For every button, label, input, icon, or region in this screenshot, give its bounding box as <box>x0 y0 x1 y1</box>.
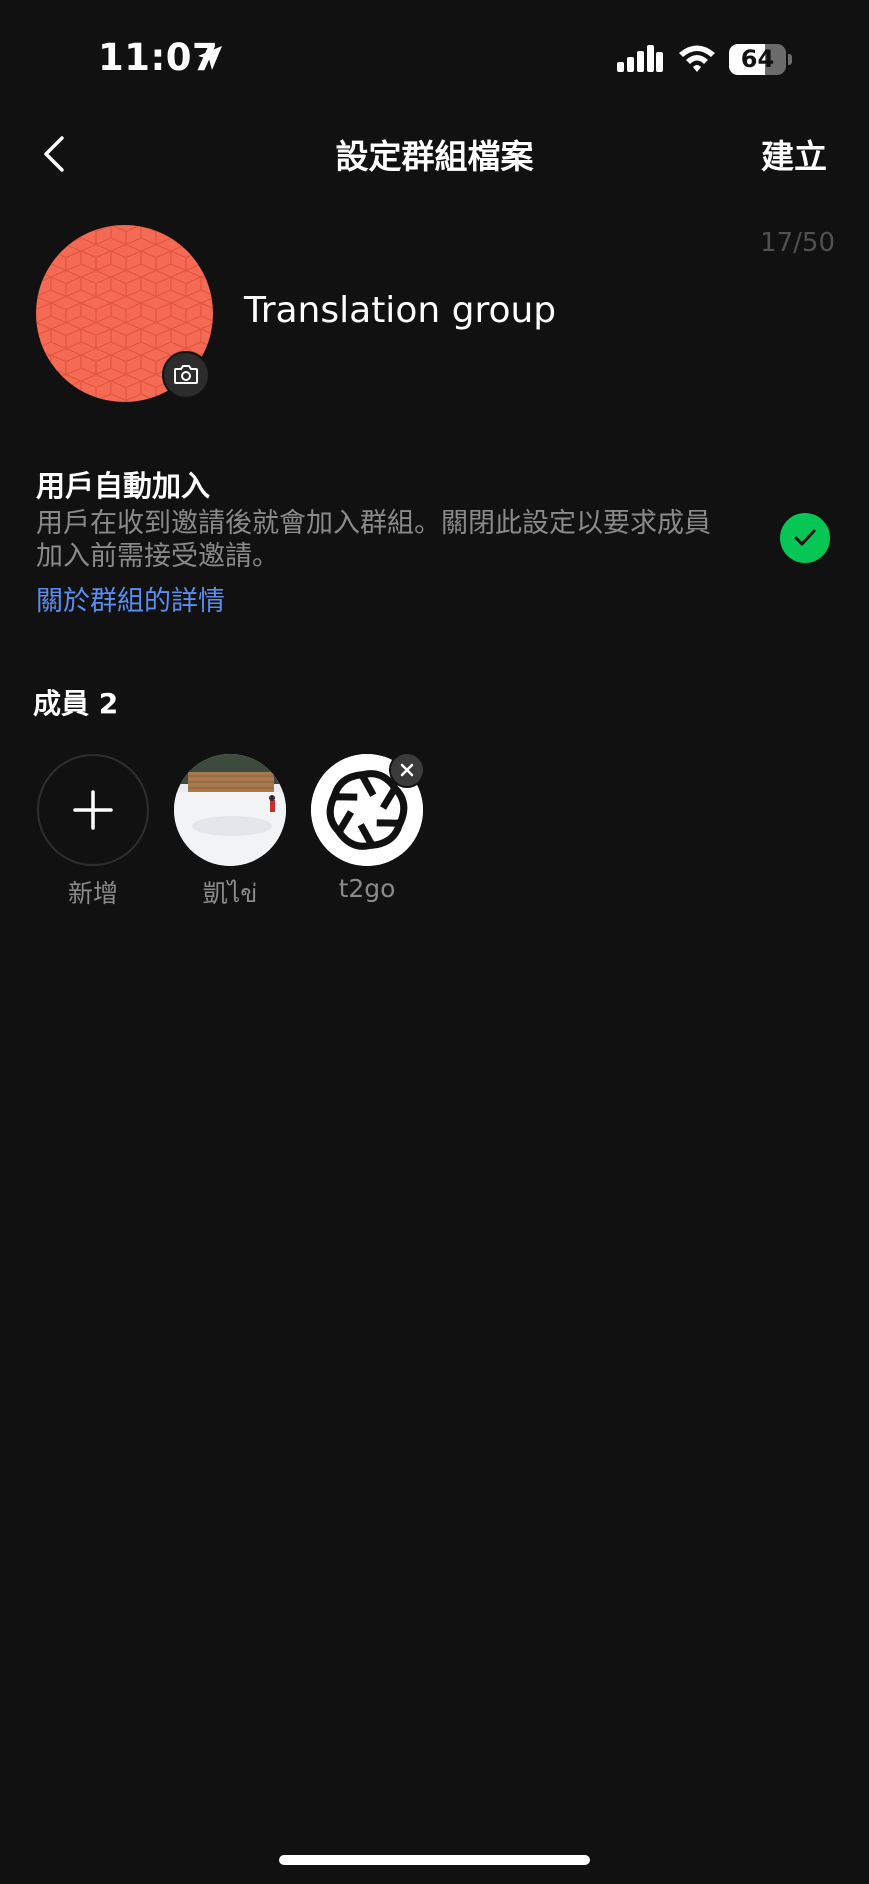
auto-join-toggle[interactable] <box>780 513 830 563</box>
signal-icon <box>617 45 663 72</box>
home-indicator[interactable] <box>279 1855 590 1865</box>
name-char-count: 17/50 <box>760 228 835 258</box>
group-details-link[interactable]: 關於群組的詳情 <box>36 579 225 618</box>
group-name-input[interactable]: Translation group <box>244 290 556 331</box>
battery-icon: 64 <box>729 44 792 75</box>
add-member-circle[interactable] <box>37 754 149 866</box>
member-name: t2go <box>338 874 396 903</box>
remove-member-button[interactable] <box>389 752 425 788</box>
add-member-label: 新增 <box>67 879 118 908</box>
auto-join-title: 用戶自動加入 <box>36 469 211 503</box>
camera-icon <box>174 365 198 384</box>
members-label: 成員 2 <box>33 687 119 720</box>
member-avatar-snow <box>174 754 286 866</box>
page-title: 設定群組檔案 <box>335 137 534 176</box>
battery-level: 64 <box>740 45 775 73</box>
auto-join-description: 用戶在收到邀請後就會加入群組。關閉此設定以要求成員加入前需接受邀請。 <box>36 508 711 572</box>
create-button[interactable]: 建立 <box>761 130 827 178</box>
status-bar: 11:07 64 <box>0 0 869 110</box>
check-icon <box>794 529 816 546</box>
close-icon <box>400 763 414 777</box>
plus-icon <box>73 790 113 830</box>
snow-photo <box>174 754 286 866</box>
wifi-icon <box>679 45 715 72</box>
location-arrow-icon <box>198 46 222 70</box>
member-name: 凱ไข่ <box>202 879 258 908</box>
change-photo-button[interactable] <box>162 351 210 399</box>
